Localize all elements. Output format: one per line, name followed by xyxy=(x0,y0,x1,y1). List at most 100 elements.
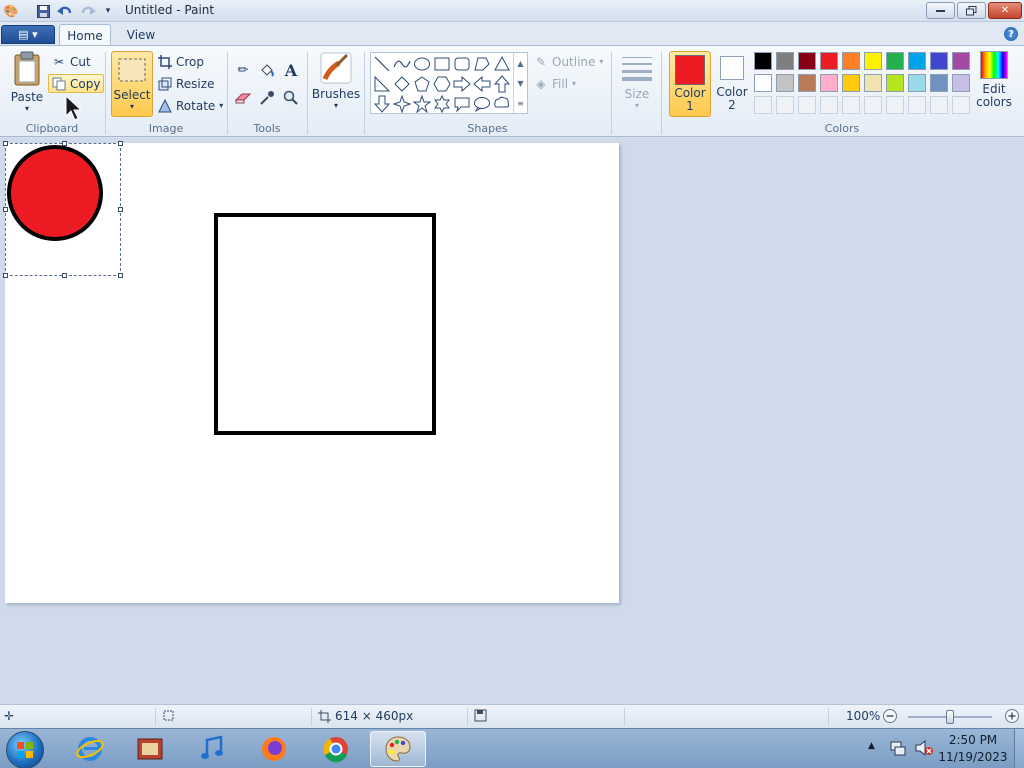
color-swatch[interactable] xyxy=(820,52,838,70)
resize-handle[interactable] xyxy=(118,141,123,146)
line-shape-icon[interactable] xyxy=(373,55,391,73)
taskbar-media-library[interactable] xyxy=(122,731,178,767)
custom-color-slot[interactable] xyxy=(886,96,904,114)
tab-view[interactable]: View xyxy=(115,24,167,46)
zoom-slider-thumb[interactable] xyxy=(946,710,954,724)
magnifier-tool[interactable] xyxy=(281,88,301,108)
color-swatch[interactable] xyxy=(798,52,816,70)
up-arrow-shape-icon[interactable] xyxy=(493,75,511,93)
color-swatch[interactable] xyxy=(952,52,970,70)
custom-color-slot[interactable] xyxy=(864,96,882,114)
select-button[interactable]: Select ▾ xyxy=(111,51,153,117)
pencil-tool[interactable]: ✏ xyxy=(233,60,253,80)
taskbar-firefox[interactable] xyxy=(246,731,302,767)
custom-color-slot[interactable] xyxy=(754,96,772,114)
color-swatch[interactable] xyxy=(842,74,860,92)
polygon-shape-icon[interactable] xyxy=(473,55,491,73)
down-arrow-shape-icon[interactable] xyxy=(373,95,391,113)
volume-muted-icon[interactable] xyxy=(914,739,934,760)
four-point-star-shape-icon[interactable] xyxy=(393,95,411,113)
taskbar-music-player[interactable] xyxy=(184,731,240,767)
shapes-scroll[interactable]: ▲ ▼ ≡ xyxy=(513,53,527,113)
canvas-workspace[interactable] xyxy=(0,138,1024,704)
custom-color-slot[interactable] xyxy=(776,96,794,114)
clock-date[interactable]: 11/19/2023 xyxy=(938,750,1008,764)
fill-button[interactable]: ◈ Fill ▾ xyxy=(534,74,576,93)
hexagon-shape-icon[interactable] xyxy=(433,75,451,93)
restore-button[interactable] xyxy=(957,2,986,19)
drawing-canvas[interactable] xyxy=(3,141,619,603)
triangle-shape-icon[interactable] xyxy=(493,55,511,73)
custom-color-slot[interactable] xyxy=(798,96,816,114)
color-swatch[interactable] xyxy=(930,52,948,70)
show-desktop-button[interactable] xyxy=(1014,729,1024,768)
copy-button[interactable]: Copy xyxy=(48,74,105,93)
resize-handle[interactable] xyxy=(62,141,67,146)
edit-colors-button[interactable]: Edit colors xyxy=(975,51,1013,109)
start-button[interactable] xyxy=(6,731,44,768)
custom-color-slot[interactable] xyxy=(908,96,926,114)
six-point-star-shape-icon[interactable] xyxy=(433,95,451,113)
color-swatch[interactable] xyxy=(886,52,904,70)
size-button[interactable]: Size ▾ xyxy=(618,52,656,110)
color-swatch[interactable] xyxy=(754,74,772,92)
minimize-button[interactable] xyxy=(926,2,955,19)
show-hidden-icons-button[interactable]: ▲ xyxy=(868,741,875,751)
paste-button[interactable]: Paste ▾ xyxy=(8,50,46,113)
paint-app-icon[interactable]: 🎨 xyxy=(3,3,19,19)
clock-time[interactable]: 2:50 PM xyxy=(938,733,1008,747)
color-swatch[interactable] xyxy=(908,52,926,70)
rotate-button[interactable]: Rotate ▾ xyxy=(158,96,223,115)
right-arrow-shape-icon[interactable] xyxy=(453,75,471,93)
color-picker-tool[interactable] xyxy=(257,88,277,108)
resize-handle[interactable] xyxy=(3,207,8,212)
cloud-callout-shape-icon[interactable] xyxy=(493,95,511,113)
save-icon[interactable] xyxy=(35,3,51,19)
fill-tool[interactable] xyxy=(257,60,277,80)
eraser-tool[interactable] xyxy=(233,88,253,108)
left-arrow-shape-icon[interactable] xyxy=(473,75,491,93)
resize-button[interactable]: Resize xyxy=(158,74,214,93)
scroll-down-icon[interactable]: ▼ xyxy=(517,79,523,88)
custom-color-slot[interactable] xyxy=(820,96,838,114)
color-swatch[interactable] xyxy=(776,74,794,92)
color-swatch[interactable] xyxy=(930,74,948,92)
undo-icon[interactable] xyxy=(56,3,72,19)
resize-handle[interactable] xyxy=(62,273,67,278)
zoom-out-button[interactable] xyxy=(882,708,898,724)
customize-qat-icon[interactable]: ▾ xyxy=(100,3,116,19)
color2-button[interactable]: Color 2 xyxy=(713,51,751,117)
color-swatch[interactable] xyxy=(842,52,860,70)
color-swatch[interactable] xyxy=(798,74,816,92)
color-swatch[interactable] xyxy=(776,52,794,70)
resize-handle[interactable] xyxy=(3,273,8,278)
rectangle-shape-icon[interactable] xyxy=(433,55,451,73)
text-tool[interactable]: A xyxy=(281,60,301,80)
oval-shape-icon[interactable] xyxy=(413,55,431,73)
color-swatch[interactable] xyxy=(952,74,970,92)
color-swatch[interactable] xyxy=(754,52,772,70)
rounded-callout-shape-icon[interactable] xyxy=(453,95,471,113)
pentagon-shape-icon[interactable] xyxy=(413,75,431,93)
color-swatch[interactable] xyxy=(908,74,926,92)
rounded-rectangle-shape-icon[interactable] xyxy=(453,55,471,73)
selection-rectangle[interactable] xyxy=(3,141,123,278)
taskbar-internet-explorer[interactable] xyxy=(62,731,118,767)
expand-gallery-icon[interactable]: ≡ xyxy=(517,99,524,108)
taskbar-paint[interactable] xyxy=(370,731,426,767)
diamond-shape-icon[interactable] xyxy=(393,75,411,93)
brushes-button[interactable]: Brushes ▾ xyxy=(312,51,360,110)
crop-button[interactable]: Crop xyxy=(158,52,204,71)
outline-button[interactable]: ✎ Outline ▾ xyxy=(534,52,603,71)
resize-handle[interactable] xyxy=(118,207,123,212)
color-swatch[interactable] xyxy=(820,74,838,92)
custom-color-slot[interactable] xyxy=(930,96,948,114)
color-swatch[interactable] xyxy=(864,52,882,70)
close-button[interactable]: ✕ xyxy=(988,2,1022,19)
oval-callout-shape-icon[interactable] xyxy=(473,95,491,113)
zoom-in-button[interactable] xyxy=(1004,708,1020,724)
paint-menu-button[interactable]: ▤ ▾ xyxy=(1,25,55,44)
cut-button[interactable]: ✂ Cut xyxy=(52,52,91,71)
custom-color-slot[interactable] xyxy=(952,96,970,114)
resize-handle[interactable] xyxy=(118,273,123,278)
